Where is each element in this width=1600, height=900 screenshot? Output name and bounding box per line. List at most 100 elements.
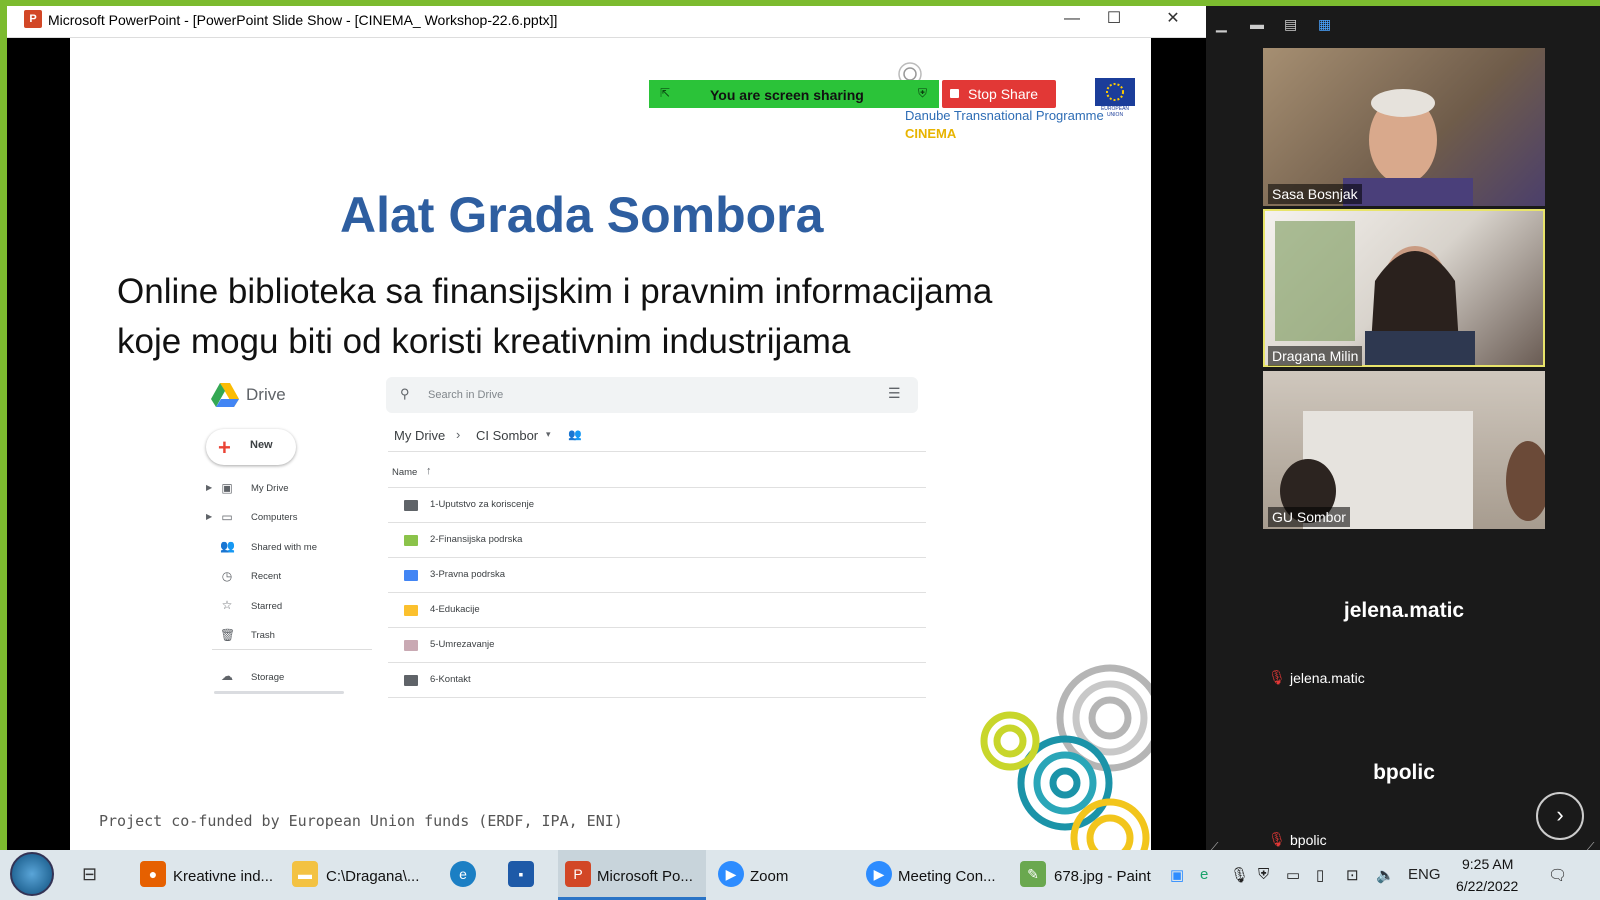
video-tile-active-speaker[interactable]	[1263, 209, 1545, 367]
breadcrumb-separator: ›	[456, 427, 461, 442]
file-name[interactable]: 2-Finansijska podrska	[430, 534, 522, 545]
participant-name: Sasa Bosnjak	[1268, 184, 1362, 204]
clock-date[interactable]: 6/22/2022	[1456, 878, 1518, 894]
slide-footer: Project co-funded by European Union fund…	[99, 812, 623, 830]
video-tile[interactable]	[1263, 48, 1545, 206]
zoom-icon[interactable]: ▶	[718, 861, 744, 887]
participant-name: jelena.matic	[1290, 670, 1365, 686]
list-bottom-divider	[388, 697, 926, 698]
minimize-panel-icon[interactable]: ▁	[1216, 16, 1227, 33]
speaker-view-icon[interactable]: ▬	[1250, 16, 1264, 32]
participant-center-name: bpolic	[1373, 761, 1435, 784]
slide-title: Alat Grada Sombora	[340, 187, 824, 243]
maximize-button[interactable]: ☐	[1094, 8, 1134, 30]
nav-storage[interactable]: Storage	[251, 672, 284, 683]
nav-computers[interactable]: Computers	[251, 512, 297, 523]
network-icon[interactable]: ⊡	[1346, 866, 1359, 884]
google-drive-icon	[211, 383, 239, 407]
expand-caret-icon[interactable]: ▶	[206, 483, 212, 492]
save-disk-icon[interactable]: ▪	[508, 861, 534, 887]
computers-icon: ▭	[221, 510, 233, 524]
muted-mic-icon: 🎙	[1268, 831, 1286, 847]
project-name: CINEMA	[905, 126, 957, 141]
expand-caret-icon[interactable]: ▶	[206, 512, 212, 521]
window-title: Microsoft PowerPoint - [PowerPoint Slide…	[48, 12, 558, 28]
zoom-meeting-icon[interactable]: ▶	[866, 861, 892, 887]
close-button[interactable]: ✕	[1153, 8, 1193, 30]
edge-icon[interactable]: e	[450, 861, 476, 887]
participant-name: bpolic	[1290, 832, 1327, 848]
taskbar-item-firefox[interactable]: Kreativne ind...	[173, 868, 273, 885]
drive-search-input[interactable]: Search in Drive	[428, 389, 503, 401]
slide-subtitle-line2: koje mogu biti od koristi kreativnim ind…	[117, 322, 851, 361]
start-button-icon[interactable]	[10, 852, 54, 896]
cinema-swirl-logo-icon	[980, 664, 1151, 850]
notifications-icon[interactable]: 🗨	[1548, 866, 1567, 884]
microphone-icon[interactable]: 🎙	[1230, 866, 1249, 884]
gallery-view-icon[interactable]: ▦	[1318, 16, 1331, 33]
screen-sharing-status: You are screen sharing	[710, 87, 864, 103]
folder-icon[interactable]: ▬	[292, 861, 318, 887]
folder-icon	[404, 535, 418, 546]
cloud-icon: ☁	[221, 669, 233, 683]
file-name[interactable]: 6-Kontakt	[430, 674, 471, 685]
taskbar-item-zoom[interactable]: Zoom	[750, 868, 788, 885]
nav-my-drive[interactable]: My Drive	[251, 483, 288, 494]
star-icon: ☆	[221, 598, 233, 612]
paint-icon[interactable]: ✎	[1020, 861, 1046, 887]
taskbar-item-explorer[interactable]: C:\Dragana\...	[326, 868, 419, 885]
battery-icon[interactable]: ▯	[1316, 866, 1324, 884]
nav-shared-with-me[interactable]: Shared with me	[251, 542, 317, 553]
folder-icon	[404, 570, 418, 581]
shared-icon: 👥	[220, 539, 235, 553]
folder-icon	[404, 500, 418, 511]
drag-handle-icon[interactable]: ⇱	[660, 86, 670, 100]
shared-folder-icon: 👥	[568, 429, 582, 441]
interreg-logo-icon	[898, 62, 922, 82]
filter-options-icon[interactable]: ☰	[888, 385, 901, 402]
taskbar-item-meeting[interactable]: Meeting Con...	[898, 868, 996, 885]
firefox-icon[interactable]: ●	[140, 861, 166, 887]
taskbar-item-paint[interactable]: 678.jpg - Paint	[1054, 868, 1151, 885]
participant-name: GU Sombor	[1268, 507, 1350, 527]
zoom-tray-icon[interactable]: ▣	[1170, 866, 1184, 884]
language-indicator[interactable]: ENG	[1408, 866, 1441, 883]
volume-icon[interactable]: 🔈	[1376, 866, 1395, 884]
edge-tray-icon[interactable]: e	[1200, 866, 1208, 883]
program-name: Danube Transnational Programme	[905, 108, 1104, 123]
participant-video	[1275, 221, 1475, 365]
breadcrumb-my-drive[interactable]: My Drive	[394, 428, 445, 443]
stop-icon	[950, 89, 959, 98]
drive-screenshot: Drive ⚲ Search in Drive ☰ + New ▶ ▣ My D…	[198, 373, 928, 713]
nav-trash[interactable]: Trash	[251, 630, 275, 641]
powerpoint-icon[interactable]: P	[565, 861, 591, 887]
column-header-name[interactable]: Name	[392, 467, 417, 478]
file-name[interactable]: 4-Edukacije	[430, 604, 480, 615]
clock-time[interactable]: 9:25 AM	[1462, 856, 1513, 872]
sort-arrow-up-icon[interactable]: ↑	[426, 465, 432, 477]
chevron-down-icon[interactable]: ▾	[546, 429, 551, 440]
plus-icon: +	[218, 435, 231, 460]
header-divider	[388, 451, 926, 452]
next-page-button[interactable]: ›	[1536, 792, 1584, 840]
security-shield-icon[interactable]: ⛨	[1258, 866, 1269, 883]
folder-icon	[404, 640, 418, 651]
video-tile[interactable]	[1263, 371, 1545, 529]
file-name[interactable]: 3-Pravna podrska	[430, 569, 505, 580]
folder-icon	[404, 675, 418, 686]
participant-video	[1343, 89, 1473, 206]
nav-recent[interactable]: Recent	[251, 571, 281, 582]
drive-logo-text: Drive	[246, 385, 286, 404]
task-view-icon[interactable]: ⊟	[82, 864, 97, 885]
minimize-button[interactable]: —	[1052, 8, 1092, 30]
slide: EUROPEAN UNION Danube Transnational Prog…	[70, 38, 1151, 850]
strip-view-icon[interactable]: ▤	[1284, 16, 1297, 33]
taskbar-item-powerpoint[interactable]: Microsoft Po...	[597, 868, 693, 885]
file-name[interactable]: 1-Uputstvo za koriscenje	[430, 499, 534, 510]
nav-starred[interactable]: Starred	[251, 601, 282, 612]
monitor-icon[interactable]: ▭	[1286, 866, 1300, 884]
participant-name: Dragana Milin	[1268, 346, 1363, 366]
slide-subtitle-line1: Online biblioteka sa finansijskim i prav…	[117, 272, 993, 311]
file-name[interactable]: 5-Umrezavanje	[430, 639, 494, 650]
breadcrumb-current-folder[interactable]: CI Sombor	[476, 428, 538, 443]
